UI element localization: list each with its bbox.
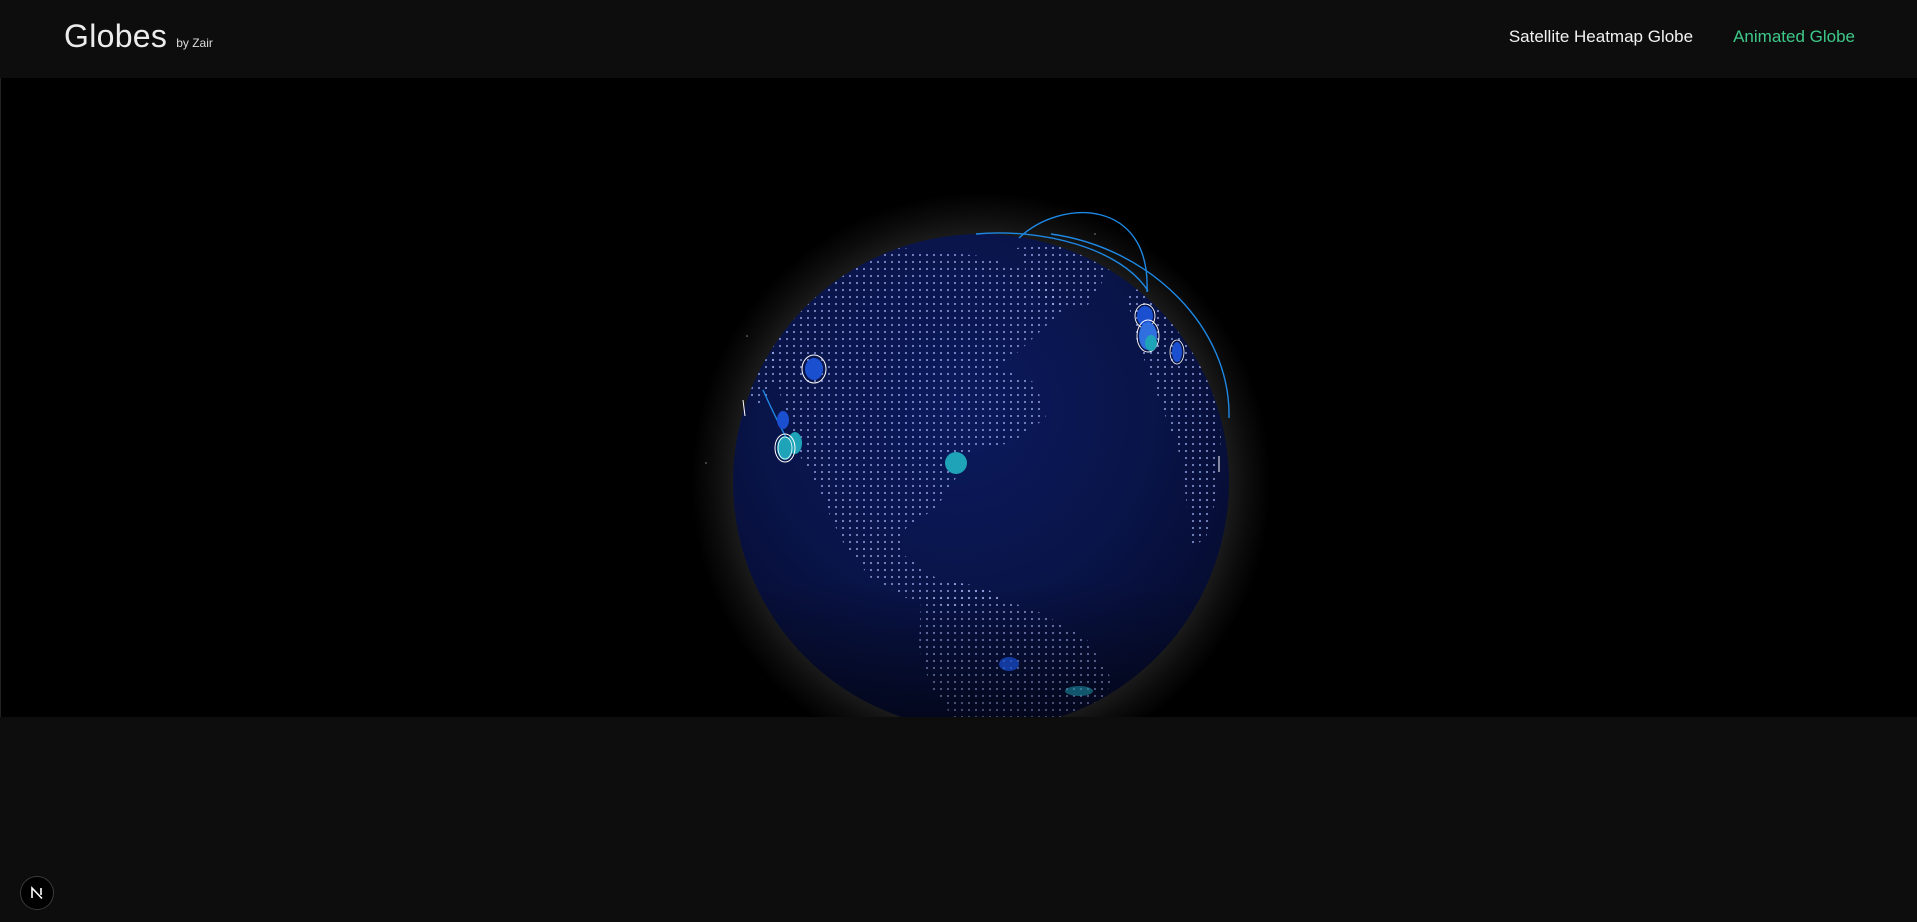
globe-shadow	[733, 234, 1229, 717]
nav-link-satellite-heatmap-globe[interactable]: Satellite Heatmap Globe	[1509, 27, 1693, 47]
app-subtitle: by Zair	[176, 36, 213, 50]
top-header: Globes by Zair Satellite Heatmap Globe A…	[0, 0, 1917, 78]
brand[interactable]: Globes by Zair	[64, 18, 213, 55]
app-title: Globes	[64, 18, 168, 54]
globe-canvas[interactable]	[1, 78, 1917, 717]
nextjs-icon	[31, 886, 43, 900]
star	[746, 335, 748, 337]
star	[1094, 233, 1096, 235]
app-page: Globes by Zair Satellite Heatmap Globe A…	[0, 0, 1917, 922]
marker-pacific-northwest[interactable]	[801, 354, 827, 384]
main-nav: Satellite Heatmap Globe Animated Globe	[1509, 27, 1855, 47]
footer-area	[0, 717, 1917, 922]
globe-svg[interactable]	[1, 78, 1917, 717]
nextjs-dev-badge[interactable]	[20, 876, 54, 910]
marker-east-coast[interactable]	[945, 452, 967, 474]
star	[705, 462, 707, 464]
nav-link-animated-globe[interactable]: Animated Globe	[1733, 27, 1855, 47]
